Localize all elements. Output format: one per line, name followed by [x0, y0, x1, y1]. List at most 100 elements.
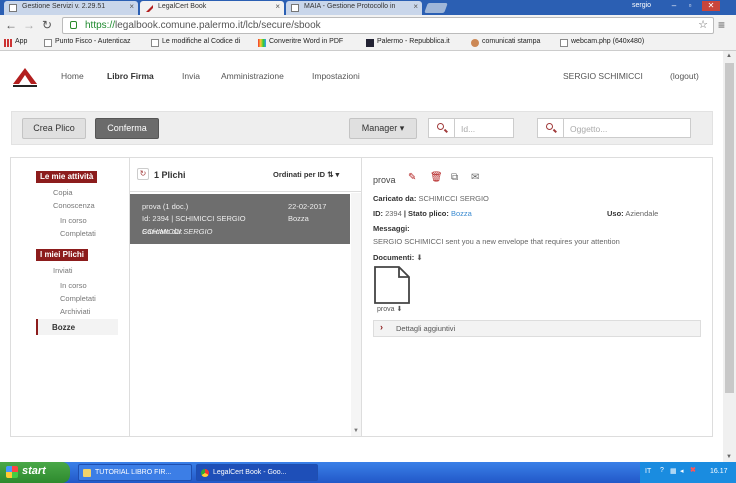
help-icon[interactable]: ?: [660, 467, 664, 474]
page-icon: [9, 4, 17, 12]
bookmark-codice[interactable]: Le modifiche al Codice di: [151, 38, 240, 47]
browser-tab-strip: Gestione Servizi v. 2.29.51 × LegalCert …: [0, 0, 736, 15]
bookmark-apps[interactable]: App: [4, 38, 27, 47]
list-scrollbar[interactable]: ▼: [351, 193, 361, 436]
new-tab-button[interactable]: [424, 3, 448, 13]
bookmark-word-pdf[interactable]: Converitre Word in PDF: [258, 38, 343, 47]
antivirus-icon[interactable]: ✖: [690, 466, 696, 474]
copy-icon[interactable]: ⧉: [451, 172, 458, 183]
section-my-activities[interactable]: Le mie attività: [36, 171, 98, 183]
details-label: Dettagli aggiuntivi: [396, 324, 456, 333]
browser-tab-legalcert[interactable]: LegalCert Book ×: [140, 1, 284, 15]
sidebar-item-bozze[interactable]: Bozze: [36, 319, 118, 335]
network-icon[interactable]: ▦: [670, 467, 677, 475]
taskbar-item-tutorial[interactable]: TUTORIAL LIBRO FIR...: [78, 464, 192, 481]
mail-icon[interactable]: ✉: [471, 172, 479, 183]
page-icon: [44, 39, 52, 47]
manager-label: Manager: [361, 123, 398, 133]
use-value: Aziendale: [625, 209, 659, 218]
nav-invia[interactable]: Invia: [182, 71, 200, 81]
scroll-down-icon[interactable]: ▼: [726, 454, 732, 460]
close-icon[interactable]: ×: [413, 2, 418, 11]
sidebar-item-completati[interactable]: Completati: [60, 229, 96, 238]
start-button[interactable]: start: [0, 462, 70, 483]
taskbar-item-chrome[interactable]: LegalCert Book - Goo...: [196, 464, 318, 481]
subject-search-button[interactable]: [537, 118, 563, 138]
section-my-envelopes[interactable]: I miei Plichi: [36, 249, 89, 261]
download-icon[interactable]: ⬇: [396, 306, 402, 313]
close-window-icon[interactable]: ✕: [702, 1, 720, 11]
sidebar-item-copia[interactable]: Copia: [53, 188, 73, 197]
maximize-icon[interactable]: ▫: [684, 1, 696, 11]
windows-taskbar: start TUTORIAL LIBRO FIR... LegalCert Bo…: [0, 462, 736, 483]
caret-down-icon: ▾: [399, 123, 405, 133]
refresh-icon[interactable]: ↻: [137, 168, 149, 180]
scroll-up-icon[interactable]: ▲: [726, 53, 732, 59]
minimize-icon[interactable]: –: [668, 1, 680, 11]
star-icon[interactable]: ☆: [698, 18, 708, 31]
download-icon[interactable]: ⬇: [416, 253, 422, 262]
bookmark-repubblica[interactable]: Palermo - Repubblica.it: [366, 38, 450, 47]
main-panel: Le mie attività Copia Conoscenza In cors…: [10, 157, 713, 437]
word-pdf-icon: [258, 39, 266, 47]
close-icon[interactable]: ×: [129, 2, 134, 11]
id-search-button[interactable]: [428, 118, 454, 138]
id-search-input[interactable]: Id...: [454, 118, 514, 138]
confirm-button[interactable]: Conferma: [95, 118, 159, 139]
bookmark-punto-fisco[interactable]: Punto Fisco - Autenticaz: [44, 38, 130, 47]
sidebar-item-in-corso[interactable]: In corso: [60, 216, 87, 225]
sidebar-item-conoscenza[interactable]: Conoscenza: [53, 201, 95, 210]
back-icon[interactable]: ←: [4, 18, 18, 32]
system-tray: IT ? ▦ ◂ ✖ 16.17: [640, 462, 736, 483]
scroll-down-icon[interactable]: ▼: [353, 428, 359, 434]
url-field[interactable]: https://legalbook.comune.palermo.it/lcb/…: [62, 17, 714, 34]
subject-search-input[interactable]: Oggetto...: [563, 118, 691, 138]
envelope-name: prova (1 doc.): [142, 202, 189, 211]
id-value: 2394: [385, 209, 402, 218]
nav-impostazioni[interactable]: Impostazioni: [312, 71, 360, 81]
menu-icon[interactable]: ≡: [718, 18, 725, 32]
url-scheme: https://: [85, 20, 116, 31]
browser-tab-maia[interactable]: MAIA - Gestione Protocollo in ×: [286, 1, 422, 15]
volume-icon[interactable]: ◂: [680, 467, 684, 475]
nav-libro-firma[interactable]: Libro Firma: [107, 71, 154, 81]
nav-amministrazione[interactable]: Amministrazione: [221, 71, 284, 81]
detail-title: prova: [373, 175, 396, 185]
apps-grid-icon: [4, 39, 12, 47]
nav-home[interactable]: Home: [61, 71, 84, 81]
sidebar-item-in-corso-sent[interactable]: In corso: [60, 281, 87, 290]
legalbook-logo[interactable]: [11, 64, 39, 88]
page-icon: [151, 39, 159, 47]
message-text: SERGIO SCHIMICCI sent you a new envelope…: [373, 237, 620, 246]
close-icon[interactable]: ×: [275, 2, 280, 11]
bookmark-comunicati[interactable]: comunicati stampa: [471, 38, 540, 47]
trash-icon[interactable]: 🗑: [430, 172, 443, 183]
sort-label: Ordinati per ID: [273, 170, 326, 179]
loaded-name: SCHIMICCI SERGIO: [418, 194, 489, 203]
sidebar-item-inviati[interactable]: Inviati: [53, 266, 73, 275]
status-label: | Stato plico:: [403, 209, 449, 218]
manager-dropdown[interactable]: Manager ▾: [349, 118, 417, 139]
tab-title: Gestione Servizi v. 2.29.51: [22, 3, 106, 10]
create-envelope-button[interactable]: Crea Plico: [22, 118, 86, 139]
bookmark-webcam[interactable]: webcam.php (640x480): [560, 38, 644, 47]
page-scrollbar[interactable]: ▲ ▼: [723, 51, 736, 462]
list-item[interactable]: prova (1 doc.) 22-02-2017 Id: 2394 | SCH…: [130, 194, 350, 244]
forward-icon[interactable]: →: [22, 18, 36, 32]
sort-dropdown[interactable]: Ordinati per ID ⇅ ▾: [273, 170, 339, 179]
reload-icon[interactable]: ↻: [40, 18, 54, 32]
document-file-icon[interactable]: [373, 266, 411, 304]
sidebar-item-archiviati[interactable]: Archiviati: [60, 307, 90, 316]
sort-icon: ⇅ ▾: [327, 170, 340, 179]
browser-tab-gestione[interactable]: Gestione Servizi v. 2.29.51 ×: [4, 1, 138, 15]
status-link[interactable]: Bozza: [451, 209, 472, 218]
list-header: ↻ 1 Plichi Ordinati per ID ⇅ ▾: [130, 158, 361, 192]
language-indicator[interactable]: IT: [645, 468, 651, 475]
additional-details-toggle[interactable]: › Dettagli aggiuntivi: [373, 320, 701, 337]
edit-icon[interactable]: ✎: [408, 172, 416, 183]
address-bar: ← → ↻ https://legalbook.comune.palermo.i…: [0, 15, 736, 36]
logout-link[interactable]: (logout): [670, 71, 699, 81]
scroll-thumb[interactable]: [725, 63, 734, 393]
legalcert-icon: [145, 4, 153, 12]
sidebar-item-completati-sent[interactable]: Completati: [60, 294, 96, 303]
